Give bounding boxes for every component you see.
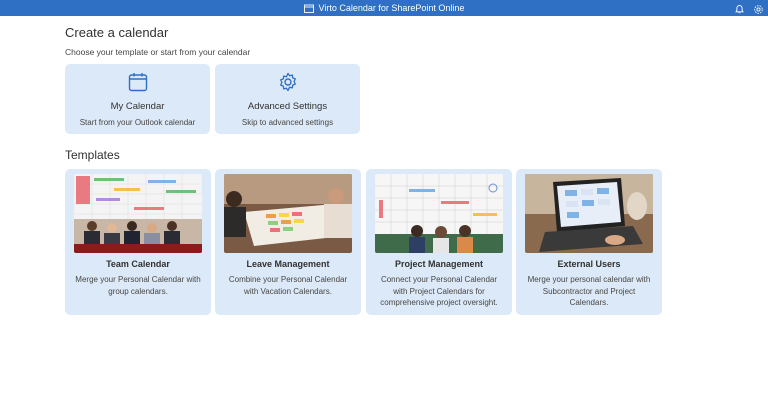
template-card-external-users[interactable]: External Users Merge your personal calen… (516, 169, 662, 315)
project-management-thumbnail (375, 174, 503, 253)
calendar-icon (303, 4, 314, 13)
option-description: Skip to advanced settings (241, 118, 334, 127)
template-card-project-management[interactable]: Project Management Connect your Personal… (366, 169, 512, 315)
template-title: External Users (557, 259, 621, 269)
page-title: Create a calendar (65, 25, 169, 40)
template-description: Merge your personal calendar with Subcon… (527, 275, 651, 307)
my-calendar-option[interactable]: My Calendar Start from your Outlook cale… (65, 64, 210, 134)
gear-icon[interactable] (753, 2, 764, 14)
gear-icon (279, 72, 296, 92)
template-card-leave-management[interactable]: Leave Management Combine your Personal C… (215, 169, 361, 315)
option-title: Advanced Settings (247, 101, 328, 112)
team-calendar-thumbnail (74, 174, 202, 253)
external-users-thumbnail (525, 174, 653, 253)
calendar-icon (128, 73, 147, 92)
template-title: Team Calendar (106, 259, 170, 269)
page-subtitle: Choose your template or start from your … (65, 47, 251, 57)
option-description: Start from your Outlook calendar (79, 118, 196, 127)
leave-management-thumbnail (224, 174, 352, 253)
template-description: Merge your Personal Calendar with group … (75, 275, 201, 296)
template-description: Combine your Personal Calendar with Vaca… (228, 275, 348, 296)
app-title: Virto Calendar for SharePoint Online (318, 3, 465, 13)
template-title: Leave Management (246, 259, 330, 269)
bell-icon[interactable] (734, 2, 745, 14)
template-title: Project Management (394, 259, 484, 269)
advanced-settings-option[interactable]: Advanced Settings Skip to advanced setti… (215, 64, 360, 134)
app-header: Virto Calendar for SharePoint Online (0, 0, 768, 16)
option-title: My Calendar (110, 101, 165, 112)
templates-heading: Templates (65, 148, 120, 162)
template-description: Connect your Personal Calendar with Proj… (380, 275, 498, 307)
template-card-team-calendar[interactable]: Team Calendar Merge your Personal Calend… (65, 169, 211, 315)
